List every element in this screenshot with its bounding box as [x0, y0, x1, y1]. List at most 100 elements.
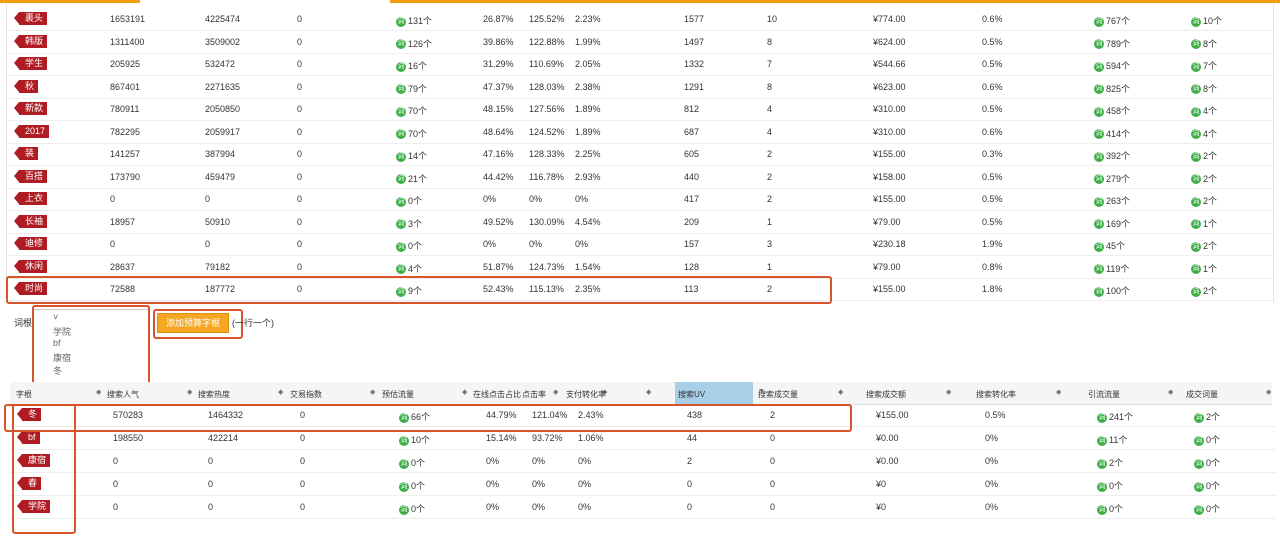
table-row[interactable]: 上衣 0 0 0 词 0个 0% 0% 0% 417 2 ¥155.00 0.5% 词 263个词 2个	[7, 188, 1273, 211]
table-cell: 209	[684, 217, 699, 227]
sort-icon[interactable]: ◆	[1168, 388, 1173, 396]
textarea-highlight-box	[32, 305, 150, 385]
table-cell: 词 767个	[1094, 14, 1130, 27]
table-cell: 0	[297, 149, 302, 159]
table-row[interactable]: 装 141257 387994 0 词 14个 47.16% 128.33% 2.25% 605 2…	[7, 143, 1273, 166]
keyword-tag[interactable]: 装	[13, 147, 39, 160]
cell-value: 0	[297, 36, 303, 47]
sort-icon[interactable]: ◆	[462, 388, 467, 396]
word-badge-icon: 词	[1191, 241, 1201, 252]
table-cell: 1.89%	[575, 104, 601, 114]
column-header[interactable]: 字根	[16, 389, 32, 400]
table-row[interactable]: 春 0 0 0 词 0个 0% 0% 0% 0 0 ¥0 0% 词 0个词 0个	[10, 473, 1276, 496]
cell-value: 1.54%	[575, 261, 601, 272]
keyword-tag[interactable]: 长袖	[13, 214, 48, 228]
keyword-tag[interactable]: 迪修	[13, 237, 48, 250]
word-badge-icon: 词	[1097, 481, 1107, 492]
table-cell: 0%	[483, 194, 496, 204]
word-badge-icon: 词	[396, 174, 406, 185]
table-cell: 词 21个	[396, 172, 427, 185]
keyword-tag[interactable]: 学生	[13, 57, 48, 70]
table-row[interactable]: 秋 867401 2271635 0 词 79个 47.37% 128.03% 2.38% 129…	[7, 76, 1273, 99]
table-row[interactable]: 韩版 1311400 3509002 0 词 126个 39.86% 122.88% 1.99%…	[7, 31, 1273, 54]
cell-value: 0	[208, 456, 214, 466]
table-row[interactable]: 裹头 1653191 4225474 0 词 131个 26.87% 125.52% 2.23%…	[7, 8, 1273, 31]
sort-icon[interactable]: ◆	[838, 388, 843, 396]
cell-value: 0个	[1109, 481, 1124, 491]
keyword-tag[interactable]: 裹头	[13, 12, 48, 25]
keyword-tag[interactable]: 2017	[13, 124, 50, 138]
table-cell: 词 126个	[396, 37, 432, 50]
column-header[interactable]: 引流流量	[1088, 389, 1120, 400]
table-cell: 词 263个	[1094, 194, 1130, 207]
sort-icon[interactable]: ◆	[1056, 388, 1061, 396]
table-cell: 词 0个	[396, 239, 422, 252]
table-row[interactable]: 学院 0 0 0 词 0个 0% 0% 0% 0 0 ¥0 0% 词 0个词 0个	[10, 496, 1276, 519]
keyword-tag[interactable]: 休闲	[13, 259, 48, 273]
table-row[interactable]: 迪修 0 0 0 词 0个 0% 0% 0% 157 3 ¥230.18 1.9% 词 45个词 2个	[7, 233, 1273, 256]
table-cell: 0.5%	[982, 104, 1003, 114]
column-header[interactable]: 搜索热度	[198, 389, 230, 400]
column-header[interactable]: 在线点击占比	[473, 389, 521, 400]
table-cell: ¥774.00	[873, 14, 906, 24]
cell-value: 458个	[1106, 106, 1131, 116]
cell-value: ¥774.00	[873, 14, 906, 24]
table-row[interactable]: 2017 782295 2059917 0 词 70个 48.64% 124.52% 1.89%…	[7, 121, 1273, 144]
column-header[interactable]: 成交词量	[1186, 389, 1218, 400]
cell-value: 417	[684, 194, 700, 204]
table-cell: 10	[767, 14, 777, 24]
table-row[interactable]: 长袖 18957 50910 0 词 3个 49.52% 130.09% 4.54% 209 1 ¥7…	[7, 211, 1273, 234]
table-cell: 0%	[575, 194, 588, 204]
keyword-tag[interactable]: 秋	[13, 79, 39, 93]
column-header[interactable]: 预估流量	[382, 389, 414, 400]
column-header[interactable]: 支付转化率	[566, 389, 606, 400]
column-header[interactable]: 点击率	[522, 389, 546, 400]
sort-icon[interactable]: ◆	[278, 388, 283, 396]
table-row[interactable]: 学生 205925 532472 0 词 16个 31.29% 110.69% 2.05% 133…	[7, 53, 1273, 76]
cell-value: 0	[297, 126, 303, 137]
cell-value: 127.56%	[529, 104, 565, 114]
cell-value: 130.09%	[529, 216, 565, 227]
sort-icon[interactable]: ◆	[96, 388, 101, 396]
keyword-tag[interactable]: 新款	[13, 102, 48, 115]
column-header[interactable]: 搜索成交额	[866, 389, 906, 400]
cell-value: 0%	[575, 239, 589, 249]
column-header[interactable]: 搜索转化率	[976, 389, 1016, 400]
keyword-tag[interactable]: 韩版	[13, 34, 48, 48]
word-badge-icon: 词	[1191, 286, 1201, 297]
table-cell: 50910	[205, 217, 230, 227]
cell-value: 0%	[532, 456, 546, 466]
table-cell: 词 4个	[1191, 104, 1217, 117]
table-row[interactable]: 新款 780911 2050850 0 词 70个 48.15% 127.56% 1.89% 81…	[7, 98, 1273, 121]
cell-value: ¥79.00	[873, 261, 901, 272]
sort-icon[interactable]: ◆	[187, 388, 192, 396]
table-cell: 141257	[110, 149, 140, 159]
table-cell: 0%	[483, 239, 496, 249]
cell-value: 0.5%	[982, 36, 1003, 47]
cell-value: 1.9%	[982, 239, 1003, 249]
table-cell: 1.06%	[578, 433, 604, 443]
sort-icon[interactable]: ◆	[370, 388, 375, 396]
table-cell: 词 4个	[1191, 127, 1217, 140]
cell-value: 0%	[578, 456, 592, 466]
keyword-tag[interactable]: 百搭	[13, 169, 48, 183]
sort-icon[interactable]: ◆	[946, 388, 951, 396]
sort-icon[interactable]: ◆	[646, 388, 651, 396]
cell-value: 440	[684, 171, 700, 182]
sort-icon[interactable]: ◆	[1266, 388, 1271, 396]
table-cell: 0	[208, 479, 213, 489]
keyword-tag[interactable]: 上衣	[13, 192, 48, 205]
table-cell: 0.5%	[985, 410, 1006, 420]
table-cell: 0.6%	[982, 127, 1003, 137]
table-row[interactable]: 百搭 173790 459479 0 词 21个 44.42% 116.78% 2.93% 440…	[7, 166, 1273, 189]
column-header[interactable]: 搜索成交量	[758, 389, 798, 400]
column-header[interactable]: 搜索UV	[678, 389, 705, 400]
table-cell: 0	[113, 502, 118, 512]
column-header[interactable]: 交易指数	[290, 389, 322, 400]
sort-icon[interactable]: ◆	[553, 388, 558, 396]
table-row[interactable]: 康宿 0 0 0 词 0个 0% 0% 0% 2 0 ¥0.00 0% 词 2个词 0个	[10, 450, 1276, 473]
table-cell: 18957	[110, 217, 135, 227]
column-header[interactable]: 搜索人气	[107, 389, 139, 400]
table-cell: 词 2个	[1097, 456, 1123, 469]
cell-value: 2	[767, 171, 773, 182]
